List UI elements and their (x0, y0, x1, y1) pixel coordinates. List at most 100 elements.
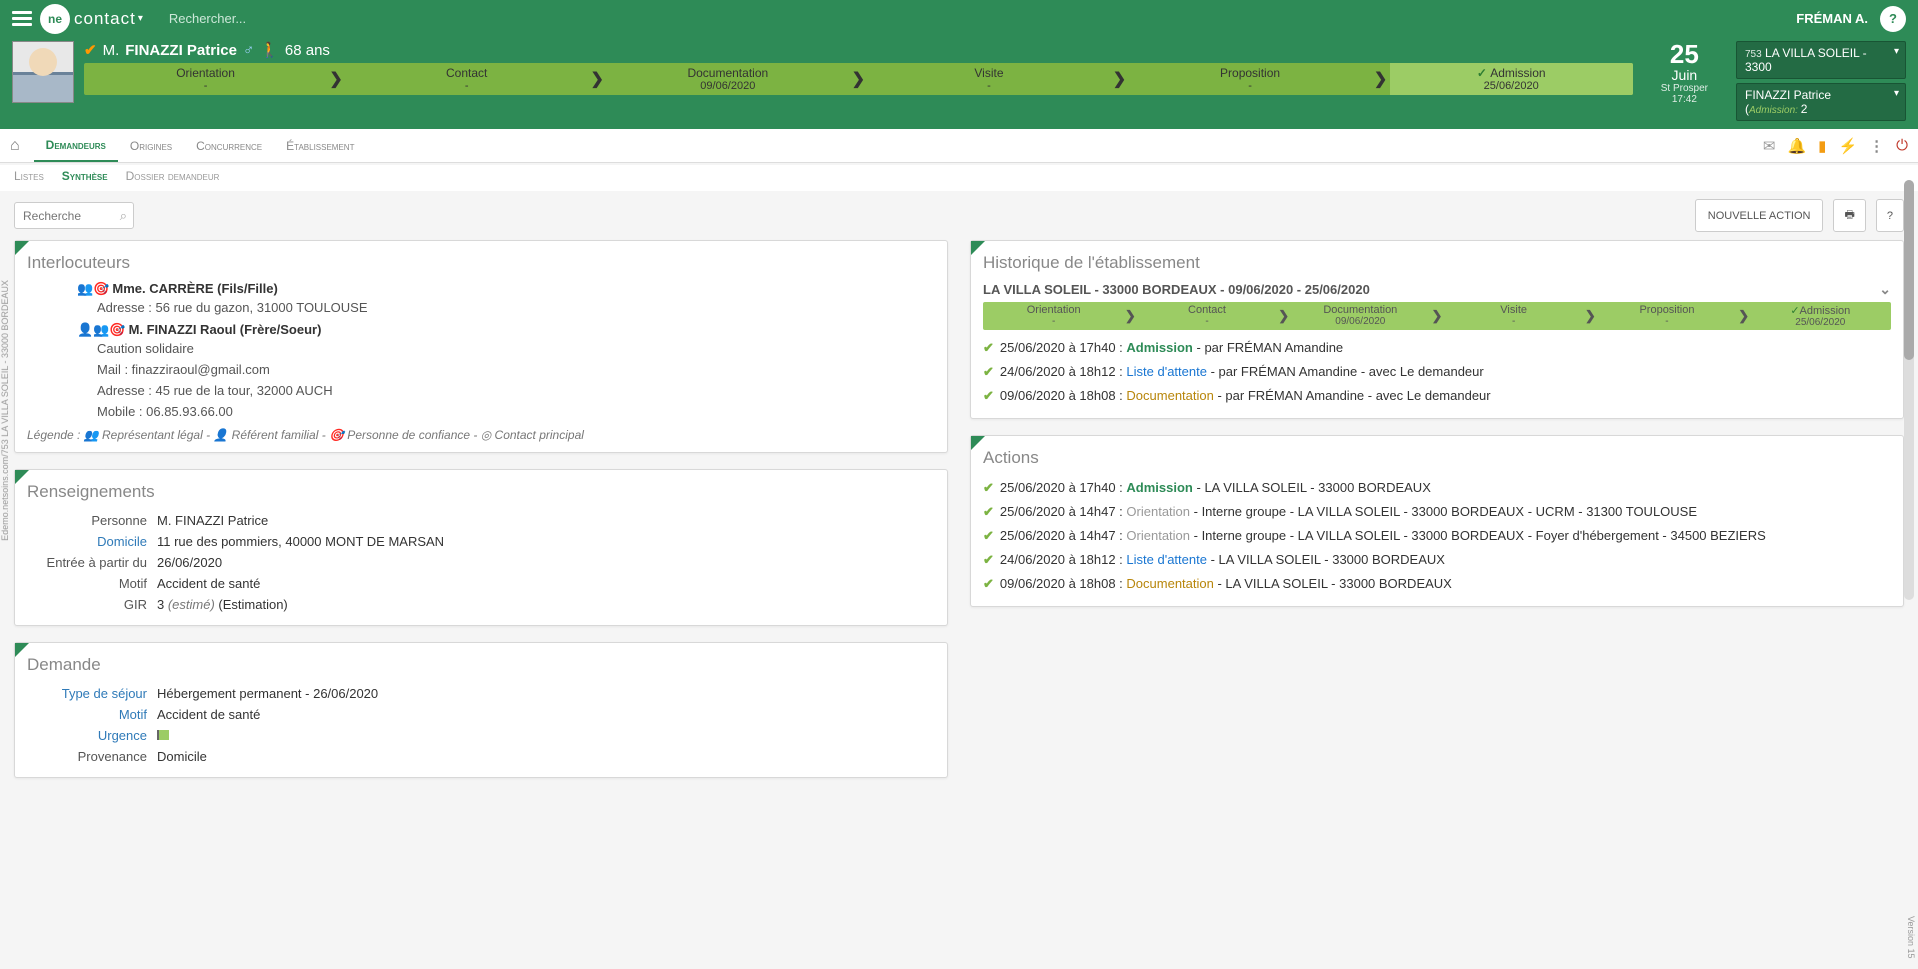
action-row: NOUVELLE ACTION 🖶 ? (0, 191, 1918, 240)
logo-icon[interactable]: ne (40, 4, 70, 34)
info-row: Domicile11 rue des pommiers, 40000 MONT … (27, 531, 935, 552)
date-box: 25 Juin St Prosper 17:42 (1643, 41, 1726, 105)
contact-line: Caution solidaire (27, 338, 935, 359)
log-line: ✔25/06/2020 à 17h40 : Admission - par FR… (983, 336, 1891, 360)
expand-icon[interactable]: ⌄ (1879, 281, 1891, 298)
chevron-right-icon: ❯ (1372, 63, 1390, 95)
help-button[interactable]: ? (1880, 6, 1906, 32)
contact-header[interactable]: 👥🎯Mme. CARRÈRE (Fils/Fille) (27, 281, 935, 297)
chevron-down-icon[interactable]: ▾ (138, 13, 143, 24)
actions-panel: Actions ✔25/06/2020 à 17h40 : Admission … (970, 435, 1904, 607)
panel-title: Demande (27, 655, 935, 675)
date-time: 17:42 (1661, 94, 1708, 105)
flow-step[interactable]: Admission25/06/2020 (1390, 63, 1633, 95)
contact-header[interactable]: 👤👥🎯M. FINAZZI Raoul (Frère/Soeur) (27, 322, 935, 338)
info-row: MotifAccident de santé (27, 704, 935, 725)
log-line: ✔25/06/2020 à 17h40 : Admission - LA VIL… (983, 476, 1891, 500)
name-prefix: M. (103, 42, 120, 59)
mail-icon[interactable]: ✉ (1763, 137, 1776, 155)
log-line: ✔09/06/2020 à 18h08 : Documentation - LA… (983, 572, 1891, 596)
interlocuteurs-panel: Interlocuteurs 👥🎯Mme. CARRÈRE (Fils/Fill… (14, 240, 948, 453)
check-icon: ✔ (983, 528, 994, 544)
person-select[interactable]: FINAZZI Patrice (Admission: 2 (1736, 83, 1906, 121)
flow-step[interactable]: Proposition- (1129, 63, 1372, 95)
version-label: Version 15 (1906, 916, 1916, 959)
log-line: ✔25/06/2020 à 14h47 : Orientation - Inte… (983, 524, 1891, 548)
user-name[interactable]: FRÉMAN A. (1796, 11, 1868, 26)
subtab-2[interactable]: Dossier demandeur (126, 169, 220, 183)
home-icon[interactable]: ⌂ (10, 137, 20, 155)
check-icon: ✔ (983, 504, 994, 520)
power-icon[interactable]: ⏻ (1896, 137, 1908, 154)
date-saint: St Prosper (1661, 83, 1708, 94)
demande-panel: Demande Type de séjourHébergement perman… (14, 642, 948, 778)
chevron-right-icon: ❯ (1584, 302, 1596, 330)
tab-demandeurs[interactable]: Demandeurs (34, 129, 118, 162)
subtab-1[interactable]: Synthèse (62, 169, 108, 183)
tab-concurrence[interactable]: Concurrence (184, 129, 274, 162)
log-line: ✔09/06/2020 à 18h08 : Documentation - pa… (983, 384, 1891, 408)
patient-header: ✔ M. FINAZZI Patrice ♂ 🚶 68 ans Orientat… (0, 37, 1918, 129)
log-line: ✔24/06/2020 à 18h12 : Liste d'attente - … (983, 548, 1891, 572)
historique-panel: Historique de l'établissement LA VILLA S… (970, 240, 1904, 419)
mini-flow-step: Admission25/06/2020 (1750, 302, 1891, 330)
menu-icon[interactable] (12, 11, 32, 26)
log-line: ✔24/06/2020 à 18h12 : Liste d'attente - … (983, 360, 1891, 384)
chevron-right-icon: ❯ (1124, 302, 1136, 330)
person-icon: 🚶 (260, 41, 279, 59)
print-button[interactable]: 🖶 (1833, 199, 1865, 232)
check-icon: ✔ (983, 480, 994, 496)
info-row: ProvenanceDomicile (27, 746, 935, 767)
date-month: Juin (1661, 67, 1708, 83)
check-icon: ✔ (983, 388, 994, 404)
check-icon: ✔ (84, 41, 97, 59)
global-search-input[interactable] (169, 11, 369, 26)
panel-title: Historique de l'établissement (983, 253, 1891, 273)
flow-step[interactable]: Contact- (345, 63, 588, 95)
contact-line: Adresse : 56 rue du gazon, 31000 TOULOUS… (27, 297, 935, 318)
avatar (12, 41, 74, 103)
establishment-select[interactable]: 753 LA VILLA SOLEIL - 3300 (1736, 41, 1906, 79)
panel-title: Renseignements (27, 482, 935, 502)
logo-text: contact (74, 9, 136, 29)
renseignements-panel: Renseignements PersonneM. FINAZZI Patric… (14, 469, 948, 626)
mini-flow-step: Visite- (1443, 302, 1584, 330)
subtab-0[interactable]: Listes (14, 169, 44, 183)
panel-title: Actions (983, 448, 1891, 468)
contact-line: Mail : finazziraoul@gmail.com (27, 359, 935, 380)
mini-flow-step: Proposition- (1596, 302, 1737, 330)
search-input[interactable] (14, 202, 134, 229)
check-icon: ✔ (983, 576, 994, 592)
flag-icon (157, 730, 169, 740)
tab-origines[interactable]: Origines (118, 129, 184, 162)
new-action-button[interactable]: NOUVELLE ACTION (1695, 199, 1824, 232)
panel-title: Interlocuteurs (27, 253, 935, 273)
check-icon: ✔ (983, 552, 994, 568)
dots-icon[interactable]: ⋮ (1869, 137, 1884, 155)
info-row: MotifAccident de santé (27, 573, 935, 594)
flow-step[interactable]: Visite- (867, 63, 1110, 95)
chevron-right-icon: ❯ (1738, 302, 1750, 330)
flow-step[interactable]: Orientation- (84, 63, 327, 95)
note-icon[interactable]: ▮ (1818, 137, 1826, 155)
side-url: Edemo.netsoins.com/753 LA VILLA SOLEIL -… (0, 280, 10, 541)
historique-header: LA VILLA SOLEIL - 33000 BORDEAUX - 09/06… (983, 282, 1370, 297)
info-row: Type de séjourHébergement permanent - 26… (27, 683, 935, 704)
check-icon: ✔ (983, 340, 994, 356)
flow-step[interactable]: Documentation09/06/2020 (606, 63, 849, 95)
patient-name: FINAZZI Patrice (125, 42, 237, 59)
date-day: 25 (1661, 41, 1708, 67)
info-row: PersonneM. FINAZZI Patrice (27, 510, 935, 531)
main-tabs: ⌂ DemandeursOriginesConcurrenceÉtablisse… (0, 129, 1918, 163)
tab-établissement[interactable]: Établissement (274, 129, 366, 162)
chevron-right-icon: ❯ (327, 63, 345, 95)
sub-tabs: Listes Synthèse Dossier demandeur (0, 165, 1918, 191)
bell-icon[interactable]: 🔔 (1787, 137, 1806, 155)
help-panel-button[interactable]: ? (1876, 199, 1904, 232)
check-icon: ✔ (983, 364, 994, 380)
scrollbar[interactable] (1904, 180, 1914, 600)
chevron-right-icon: ❯ (1431, 302, 1443, 330)
contact-line: Mobile : 06.85.93.66.00 (27, 401, 935, 422)
bolt-icon[interactable]: ⚡ (1838, 137, 1857, 155)
mini-flow-step: Orientation- (983, 302, 1124, 330)
